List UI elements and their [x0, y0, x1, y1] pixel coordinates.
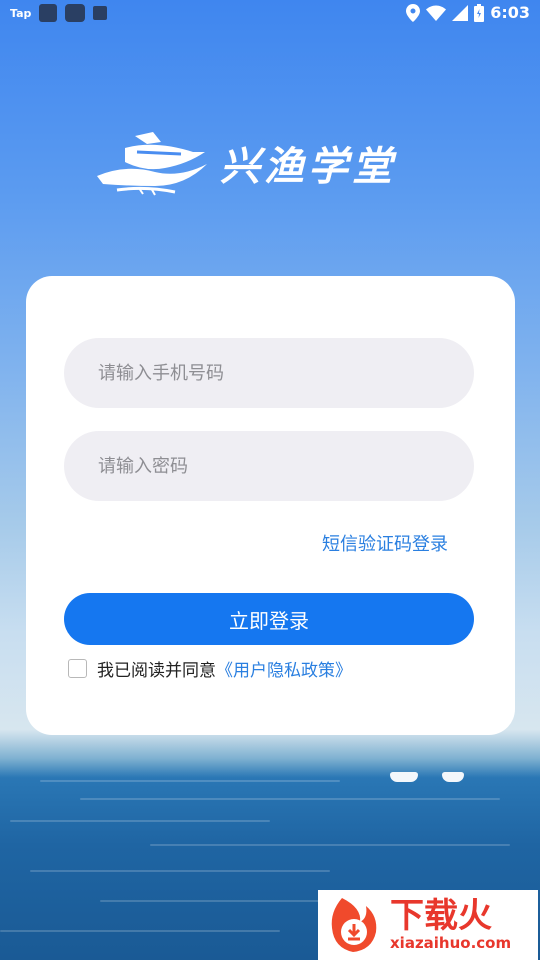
login-button[interactable]: 立即登录 — [64, 593, 474, 645]
signal-icon — [452, 4, 469, 21]
agreement-checkbox[interactable] — [68, 659, 87, 678]
agreement-text: 我已阅读并同意 — [97, 661, 216, 681]
status-bar: Tap 6:03 — [0, 0, 540, 28]
watermark: 下载火 xiazaihuo.com — [318, 890, 538, 960]
logo-text: 兴渔学堂 — [220, 142, 396, 190]
app-logo: 兴渔学堂 — [95, 125, 415, 200]
watermark-url: xiazaihuo.com — [390, 934, 512, 952]
fire-logo-icon — [331, 898, 377, 952]
password-field[interactable] — [64, 431, 474, 501]
login-card: 短信验证码登录 立即登录 我已阅读并同意《用户隐私政策》 — [26, 276, 515, 735]
wifi-icon — [426, 5, 447, 21]
watermark-brand: 下载火 — [390, 896, 492, 936]
tap-app-label: Tap — [10, 6, 32, 20]
link-notification-icon — [65, 4, 86, 22]
boat-logo-icon — [97, 131, 207, 195]
battery-icon — [474, 3, 485, 22]
status-notifications: Tap — [10, 4, 108, 22]
privacy-policy-link[interactable]: 《用户隐私政策》 — [216, 661, 352, 681]
clock: 6:03 — [490, 3, 530, 22]
store-notification-icon — [93, 6, 108, 20]
app-notification-icon — [39, 4, 58, 22]
password-input[interactable] — [96, 454, 474, 478]
boat-image — [390, 772, 418, 782]
sms-login-link[interactable]: 短信验证码登录 — [322, 530, 448, 556]
agreement-row: 我已阅读并同意《用户隐私政策》 — [68, 656, 352, 681]
boat-image — [442, 772, 464, 782]
status-indicators: 6:03 — [406, 3, 530, 22]
location-icon — [406, 3, 421, 22]
phone-input[interactable] — [96, 361, 474, 385]
phone-field[interactable] — [64, 338, 474, 408]
